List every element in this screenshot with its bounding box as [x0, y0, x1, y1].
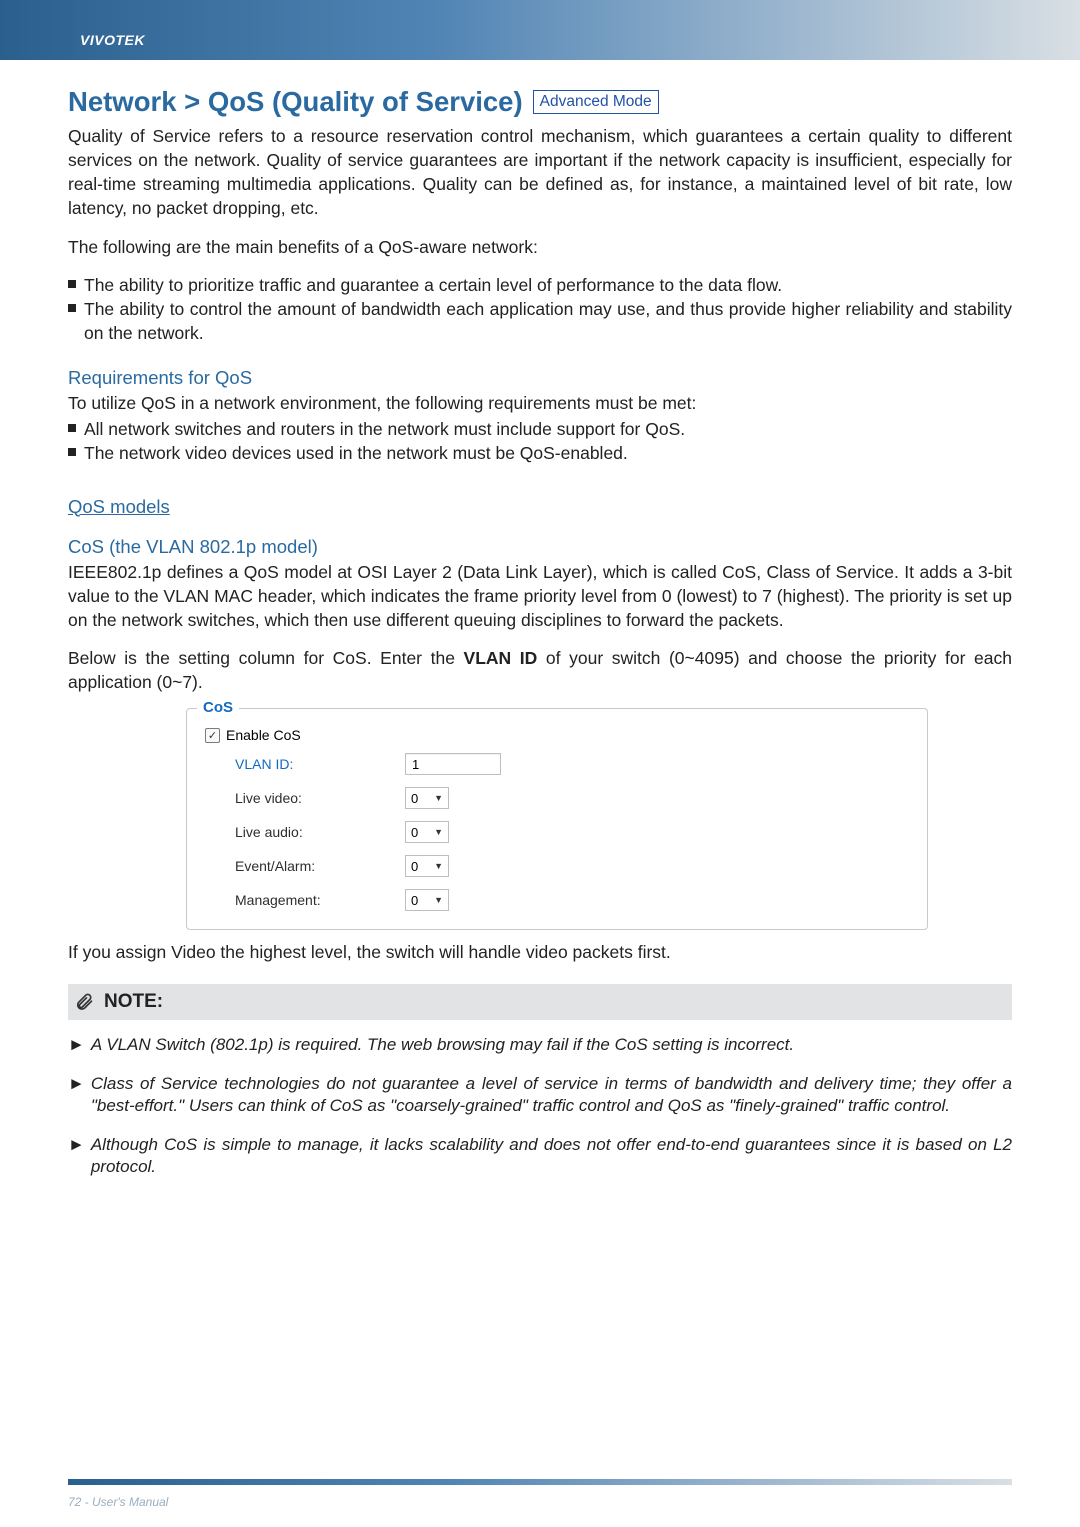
cos-fieldset: CoS ✓ Enable CoS VLAN ID: Live video: 0▼… [186, 708, 928, 930]
footer-page-text: 72 - User's Manual [68, 1495, 168, 1509]
after-fieldset-text: If you assign Video the highest level, t… [68, 940, 1012, 964]
event-alarm-select[interactable]: 0▼ [405, 855, 449, 877]
cos-below-text: Below is the setting column for CoS. Ent… [68, 646, 1012, 694]
brand-text: VIVOTEK [80, 32, 145, 48]
requirements-list: All network switches and routers in the … [68, 417, 1012, 465]
vlan-id-bold: VLAN ID [464, 648, 538, 668]
benefits-list: The ability to prioritize traffic and gu… [68, 273, 1012, 345]
live-audio-select[interactable]: 0▼ [405, 821, 449, 843]
live-audio-label: Live audio: [235, 824, 405, 840]
fieldset-legend: CoS [197, 699, 239, 716]
live-video-select[interactable]: 0▼ [405, 787, 449, 809]
page-title: Network > QoS (Quality of Service) [68, 86, 523, 118]
vlan-id-label: VLAN ID: [235, 756, 405, 772]
chevron-down-icon: ▼ [434, 861, 443, 871]
vlan-id-input[interactable] [405, 753, 501, 775]
benefits-intro: The following are the main benefits of a… [68, 235, 1012, 259]
requirements-heading: Requirements for QoS [68, 367, 1012, 389]
intro-paragraph: Quality of Service refers to a resource … [68, 124, 1012, 221]
triangle-right-icon: ► [68, 1034, 85, 1056]
enable-cos-label: Enable CoS [226, 727, 301, 743]
bullet-square-icon [68, 448, 76, 456]
note-label: NOTE: [104, 991, 163, 1013]
cos-heading: CoS (the VLAN 802.1p model) [68, 536, 1012, 558]
req-item: The network video devices used in the ne… [84, 441, 1012, 465]
chevron-down-icon: ▼ [434, 827, 443, 837]
management-label: Management: [235, 892, 405, 908]
bullet-square-icon [68, 424, 76, 432]
chevron-down-icon: ▼ [434, 895, 443, 905]
note-header: NOTE: [68, 984, 1012, 1020]
note-item: A VLAN Switch (802.1p) is required. The … [91, 1034, 1012, 1056]
footer-bar [68, 1479, 1012, 1485]
header-strip [0, 0, 1080, 60]
paperclip-icon [74, 992, 94, 1012]
req-item: All network switches and routers in the … [84, 417, 1012, 441]
triangle-right-icon: ► [68, 1134, 85, 1156]
qos-models-heading: QoS models [68, 496, 1012, 518]
bullet-square-icon [68, 304, 76, 312]
requirements-intro: To utilize QoS in a network environment,… [68, 391, 1012, 415]
live-video-label: Live video: [235, 790, 405, 806]
note-item: Class of Service technologies do not gua… [91, 1073, 1012, 1118]
note-item: Although CoS is simple to manage, it lac… [91, 1134, 1012, 1179]
mode-badge: Advanced Mode [533, 90, 659, 114]
benefit-item: The ability to prioritize traffic and gu… [84, 273, 1012, 297]
benefit-item: The ability to control the amount of ban… [84, 297, 1012, 345]
management-select[interactable]: 0▼ [405, 889, 449, 911]
event-alarm-label: Event/Alarm: [235, 858, 405, 874]
chevron-down-icon: ▼ [434, 793, 443, 803]
bullet-square-icon [68, 280, 76, 288]
cos-paragraph: IEEE802.1p defines a QoS model at OSI La… [68, 560, 1012, 632]
triangle-right-icon: ► [68, 1073, 85, 1095]
enable-cos-checkbox[interactable]: ✓ [205, 728, 220, 743]
